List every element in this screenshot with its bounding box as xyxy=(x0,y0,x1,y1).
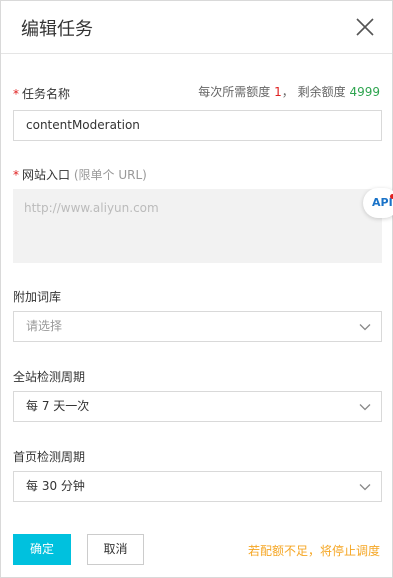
dictionary-label: 附加词库 xyxy=(13,290,62,304)
edit-task-panel: 编辑任务 * 任务名称 每次所需额度 1， 剩余额度 4999 contentMo… xyxy=(0,0,393,578)
site-cycle-select[interactable]: 每 7 天一次 xyxy=(13,391,382,422)
site-cycle-label: 全站检测周期 xyxy=(13,370,86,384)
confirm-button[interactable]: 确定 xyxy=(13,534,71,565)
panel-title: 编辑任务 xyxy=(21,19,93,40)
required-mark: * xyxy=(13,168,19,182)
api-button[interactable]: API xyxy=(363,188,393,218)
quota-info: 每次所需额度 1， 剩余额度 4999 xyxy=(198,83,380,100)
chevron-down-icon xyxy=(359,484,371,491)
task-name-label: * 任务名称 xyxy=(13,85,70,102)
home-cycle-value: 每 30 分钟 xyxy=(26,479,85,493)
home-cycle-select[interactable]: 每 30 分钟 xyxy=(13,471,382,502)
panel-header: 编辑任务 xyxy=(1,1,392,54)
dictionary-placeholder: 请选择 xyxy=(26,319,63,333)
site-entry-label: * 网站入口 (限单个 URL) xyxy=(13,166,147,183)
chevron-down-icon xyxy=(359,404,371,411)
close-icon[interactable] xyxy=(355,17,375,37)
required-mark: * xyxy=(13,87,19,101)
quota-needed-label: 每次所需额度 xyxy=(198,85,271,99)
cancel-button[interactable]: 取消 xyxy=(87,534,144,565)
site-entry-textarea[interactable]: http://www.aliyun.com xyxy=(13,189,382,263)
site-entry-label-text: 网站入口 xyxy=(22,168,71,182)
dictionary-select[interactable]: 请选择 xyxy=(13,311,382,342)
quota-warning-text: 若配额不足，将停止调度 xyxy=(247,544,380,558)
remaining-quota-label: 剩余额度 xyxy=(297,85,346,99)
site-entry-hint: (限单个 URL) xyxy=(73,168,147,182)
quota-needed-value: 1 xyxy=(274,85,282,99)
task-name-input[interactable]: contentModeration xyxy=(13,110,382,141)
chevron-down-icon xyxy=(359,324,371,331)
task-name-label-text: 任务名称 xyxy=(22,87,71,101)
remaining-quota-value: 4999 xyxy=(349,85,380,99)
site-cycle-value: 每 7 天一次 xyxy=(26,399,90,413)
quota-separator: ， xyxy=(281,85,294,99)
home-cycle-label: 首页检测周期 xyxy=(13,450,86,464)
